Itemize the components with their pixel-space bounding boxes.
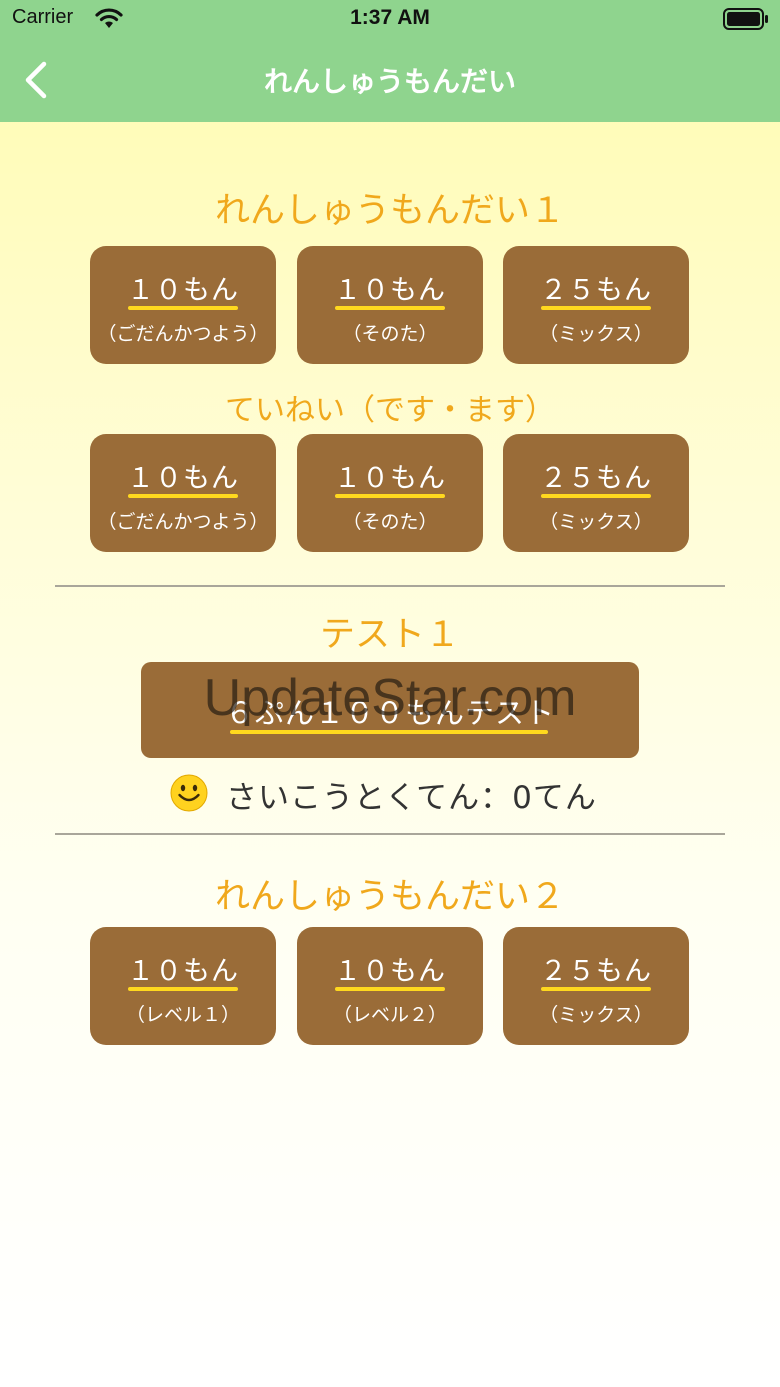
status-time: 1:37 AM — [350, 6, 430, 29]
button-underline — [230, 730, 548, 734]
top-bar: Carrier 1:37 AM れんしゅうもんだい — [0, 0, 780, 122]
practice1-title: れんしゅうもんだい１ — [214, 191, 565, 231]
button-underline — [128, 306, 238, 310]
button-underline — [335, 306, 445, 310]
smiley-icon — [170, 774, 208, 812]
button-underline — [541, 494, 651, 498]
button-label: １０もん — [127, 463, 239, 494]
button-label: １０もん — [334, 463, 446, 494]
button-sublabel: （レベル１） — [125, 1004, 240, 1026]
button-sublabel: （そのた） — [342, 323, 438, 345]
polite-10-godan-button[interactable]: １０もん （ごだんかつよう） — [90, 434, 276, 552]
practice2-25-mix-button[interactable]: ２５もん （ミックス） — [503, 927, 689, 1045]
button-underline — [128, 987, 238, 991]
button-underline — [128, 494, 238, 498]
button-label: １０もん — [127, 275, 239, 306]
divider — [55, 585, 725, 587]
polite-title: ていねい（です・ます） — [225, 393, 555, 428]
nav-title: れんしゅうもんだい — [263, 65, 516, 98]
button-label: ２５もん — [540, 956, 652, 987]
button-label: ２５もん — [540, 463, 652, 494]
practice1-10-other-button[interactable]: １０もん （そのた） — [297, 246, 483, 364]
best-score: さいこうとくてん：0てん — [226, 780, 597, 816]
button-underline — [335, 494, 445, 498]
button-label: １０もん — [334, 275, 446, 306]
button-underline — [541, 987, 651, 991]
practice2-10-level2-button[interactable]: １０もん （レベル２） — [297, 927, 483, 1045]
button-sublabel: （ごだんかつよう） — [97, 323, 269, 345]
practice2-10-level1-button[interactable]: １０もん （レベル１） — [90, 927, 276, 1045]
battery-icon — [723, 8, 768, 30]
button-underline — [541, 306, 651, 310]
practice2-title: れんしゅうもんだい２ — [214, 877, 565, 917]
button-sublabel: （そのた） — [342, 511, 438, 533]
button-underline — [335, 987, 445, 991]
button-sublabel: （ミックス） — [539, 511, 653, 533]
button-label: ２５もん — [540, 275, 652, 306]
test1-title: テスト１ — [319, 615, 460, 655]
button-label: ６ぷん１００もんテスト — [224, 696, 555, 730]
test-100-questions-button[interactable]: ６ぷん１００もんテスト — [141, 662, 639, 758]
button-label: １０もん — [334, 956, 446, 987]
button-sublabel: （ミックス） — [539, 323, 653, 345]
polite-10-other-button[interactable]: １０もん （そのた） — [297, 434, 483, 552]
practice1-10-godan-button[interactable]: １０もん （ごだんかつよう） — [90, 246, 276, 364]
practice1-25-mix-button[interactable]: ２５もん （ミックス） — [503, 246, 689, 364]
polite-25-mix-button[interactable]: ２５もん （ミックス） — [503, 434, 689, 552]
button-sublabel: （ごだんかつよう） — [97, 511, 269, 533]
button-label: １０もん — [127, 956, 239, 987]
divider — [55, 833, 725, 835]
button-sublabel: （レベル２） — [332, 1004, 447, 1026]
button-sublabel: （ミックス） — [539, 1004, 653, 1026]
